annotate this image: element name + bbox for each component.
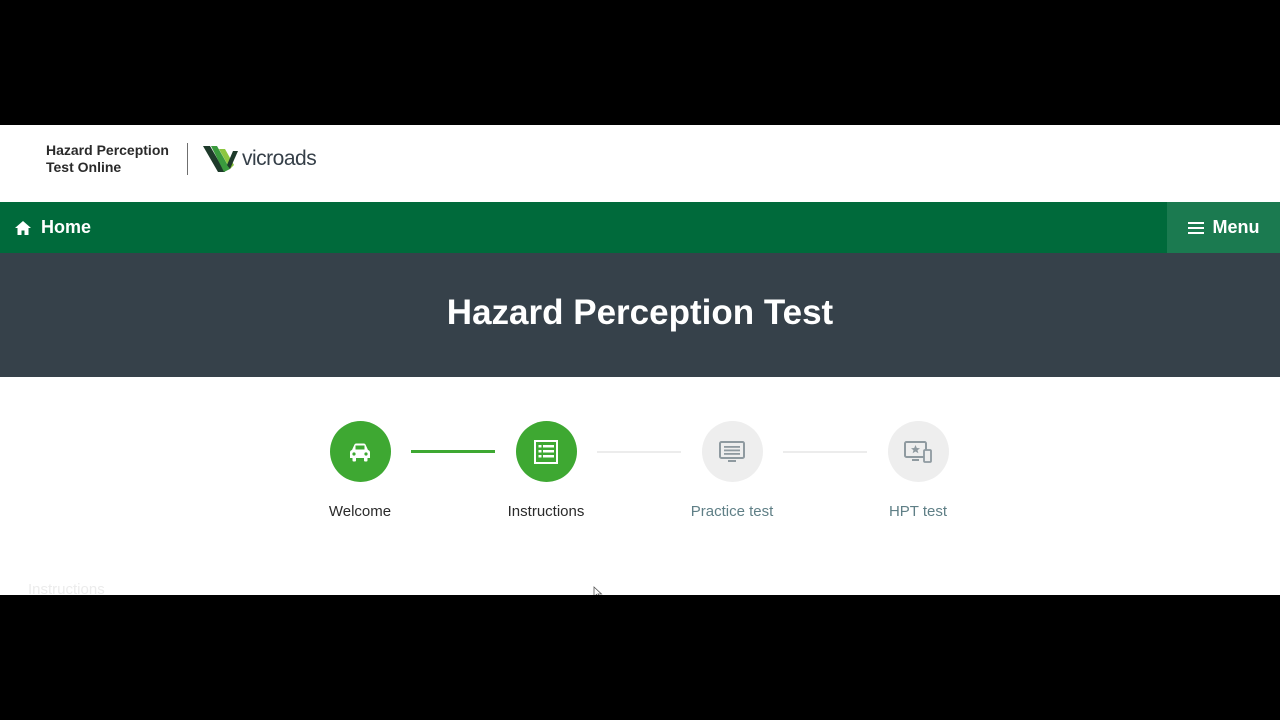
site-title-line2: Test Online	[46, 159, 122, 175]
step-welcome-label: Welcome	[328, 503, 392, 520]
step-hpt-test[interactable]: HPT test	[838, 421, 998, 521]
monitor-icon	[719, 440, 745, 462]
progress-stepper: Welcome Instructions Practice test HPT t…	[0, 421, 1280, 531]
step-instructions-label: Instructions	[507, 503, 585, 520]
site-header: Hazard Perception Test Online vicroads	[0, 125, 1280, 202]
site-title[interactable]: Hazard Perception Test Online	[46, 142, 169, 176]
step-instructions-circle	[515, 421, 577, 482]
video-letterbox-bottom	[0, 595, 1280, 720]
home-link[interactable]: Home	[14, 202, 91, 253]
step-welcome[interactable]: Welcome	[280, 421, 440, 521]
hero-banner: Hazard Perception Test	[0, 253, 1280, 377]
mouse-cursor-icon	[593, 586, 603, 595]
main-navbar: Home Menu	[0, 202, 1280, 253]
car-icon	[350, 443, 370, 461]
page-viewport: Hazard Perception Test Online vicroads H…	[0, 125, 1280, 595]
step-welcome-circle	[329, 421, 391, 482]
step-hpt-test-circle	[887, 421, 949, 482]
list-icon	[534, 439, 558, 464]
site-title-line1: Hazard Perception	[46, 142, 169, 158]
header-divider	[187, 143, 188, 175]
brand-name: vicroads	[242, 147, 317, 170]
page-title: Hazard Perception Test	[446, 293, 834, 332]
home-label: Home	[41, 217, 92, 237]
step-practice-test[interactable]: Practice test	[652, 421, 812, 521]
devices-star-icon	[904, 440, 932, 463]
vicroads-logo-icon	[203, 146, 238, 172]
step-practice-test-circle	[701, 421, 763, 482]
vicroads-logo[interactable]: vicroads	[203, 143, 317, 175]
menu-button[interactable]: Menu	[1167, 202, 1280, 253]
section-heading-instructions: Instructions	[28, 581, 105, 595]
video-letterbox-top	[0, 0, 1280, 125]
menu-label: Menu	[1212, 217, 1260, 237]
step-practice-test-label: Practice test	[690, 503, 774, 520]
step-hpt-test-label: HPT test	[888, 503, 948, 520]
home-icon	[15, 220, 31, 235]
hamburger-icon	[1187, 221, 1204, 234]
step-instructions[interactable]: Instructions	[466, 421, 626, 521]
